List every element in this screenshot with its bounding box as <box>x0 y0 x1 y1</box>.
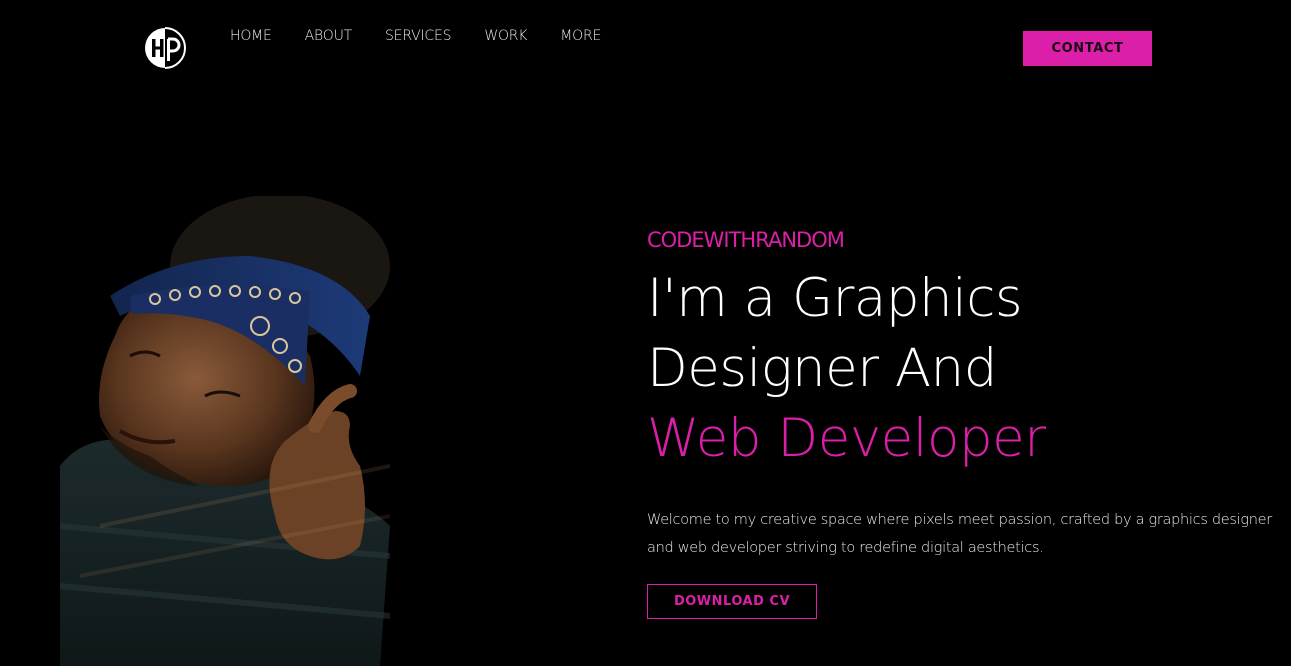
nav-more[interactable]: MORE <box>560 28 601 44</box>
main-nav: HOME ABOUT SERVICES WORK MORE <box>230 28 601 44</box>
headline-line-3: Web Developer <box>647 408 1046 469</box>
logo-icon <box>145 27 186 69</box>
portfolio-page: HOME ABOUT SERVICES WORK MORE CONTACT CO… <box>0 0 1291 666</box>
contact-button[interactable]: CONTACT <box>1023 31 1152 66</box>
nav-services[interactable]: SERVICES <box>385 28 452 44</box>
hero-eyebrow: CODEWITHRANDOM <box>647 228 845 252</box>
download-cv-button[interactable]: DOWNLOAD CV <box>647 584 817 619</box>
headline-line-1: I'm a Graphics <box>647 268 1023 329</box>
nav-work[interactable]: WORK <box>484 28 527 44</box>
nav-home[interactable]: HOME <box>230 28 272 44</box>
hero-section: CODEWITHRANDOM I'm a Graphics Designer A… <box>647 226 1287 562</box>
hero-headline: I'm a Graphics Designer And Web Develope… <box>647 264 1287 474</box>
hero-description: Welcome to my creative space where pixel… <box>647 512 1272 556</box>
headline-line-2: Designer And <box>647 338 997 399</box>
person-portrait-icon <box>59 194 391 666</box>
site-logo[interactable] <box>144 27 186 69</box>
nav-about[interactable]: ABOUT <box>305 28 353 44</box>
portrait-image <box>59 194 391 666</box>
